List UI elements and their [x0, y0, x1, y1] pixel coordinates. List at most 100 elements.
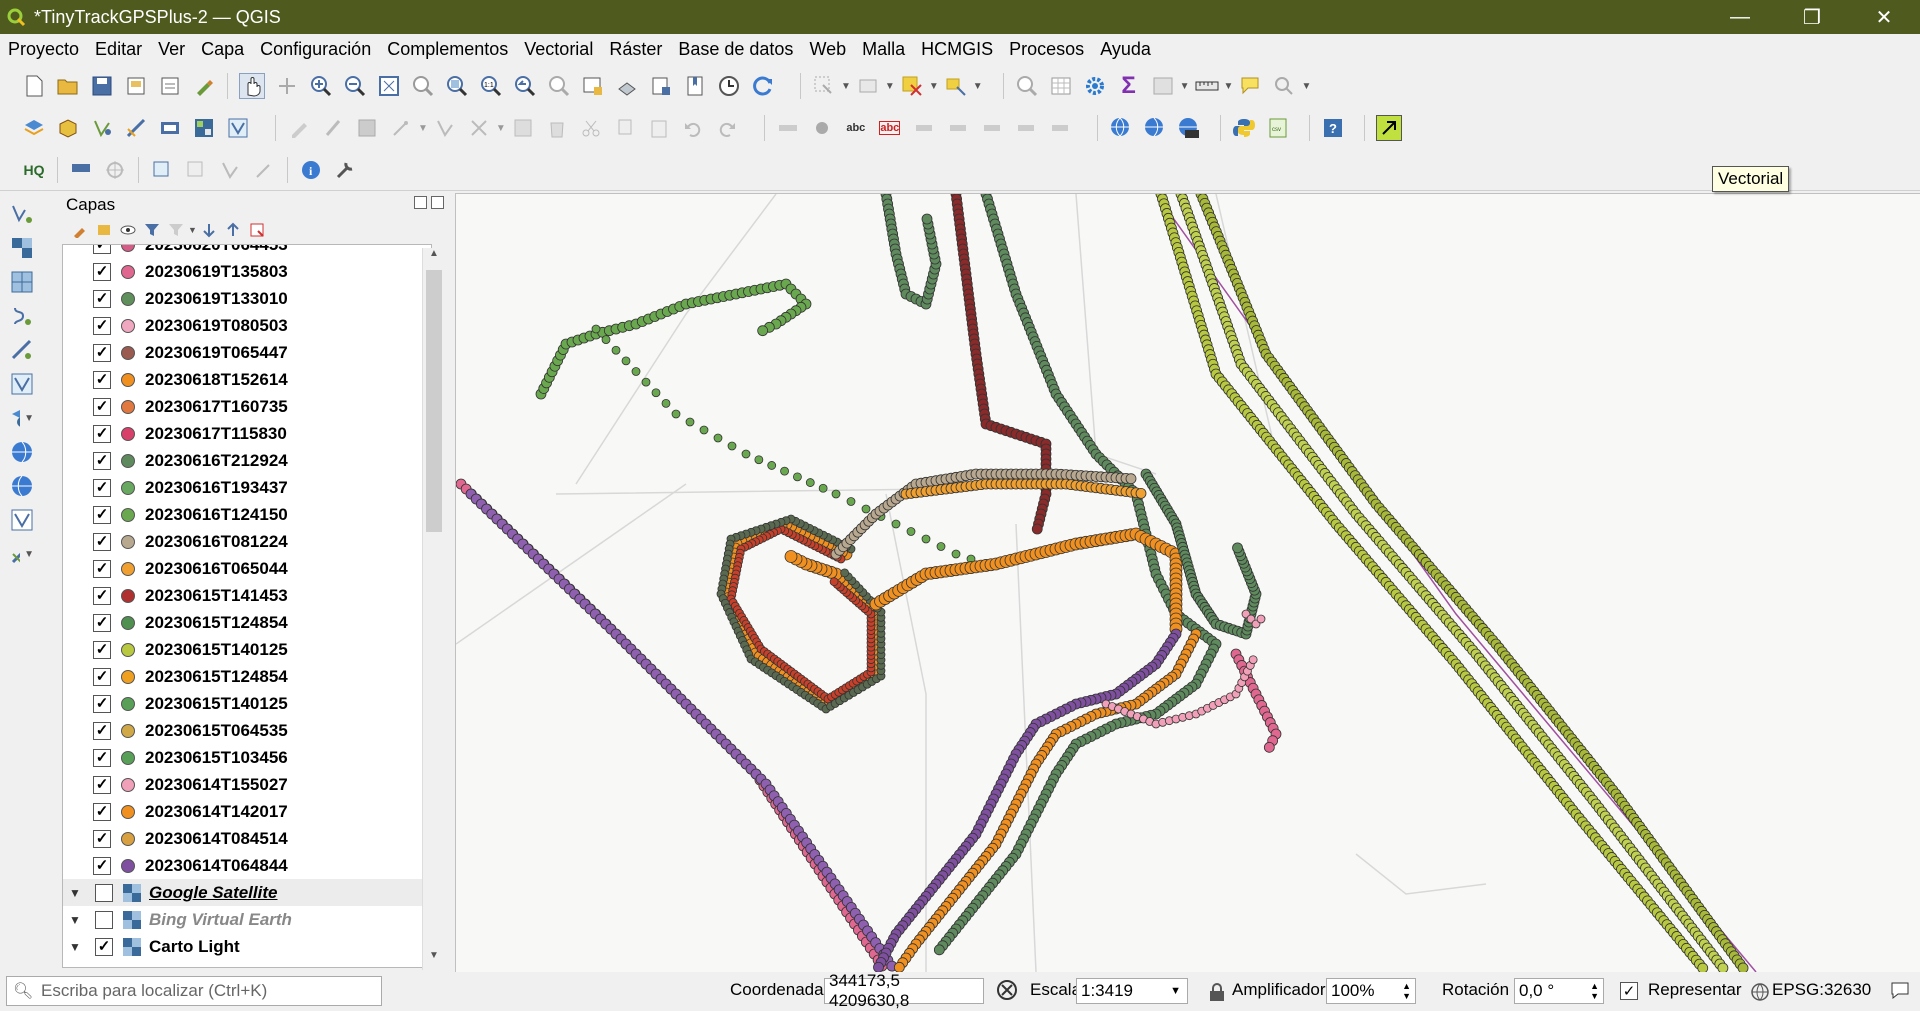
layer-checkbox[interactable]: ✓: [95, 937, 113, 956]
layer-checkbox[interactable]: ✓: [93, 775, 111, 794]
pin-labels-icon[interactable]: [810, 116, 834, 140]
new-bookmark-icon[interactable]: [683, 74, 707, 98]
menu-configuracion[interactable]: Configuración: [252, 39, 379, 60]
layer-checkbox[interactable]: ✓: [93, 316, 111, 335]
select-by-location-icon[interactable]: [944, 74, 968, 98]
layer-row[interactable]: ✓ 20230619T080503: [63, 312, 431, 339]
add-gps-icon[interactable]: [10, 338, 34, 362]
identify-features-icon[interactable]: [1015, 74, 1039, 98]
menu-web[interactable]: Web: [801, 39, 854, 60]
menu-raster[interactable]: Ráster: [601, 39, 670, 60]
close-panel-button[interactable]: [431, 196, 444, 209]
chevron-down-icon[interactable]: ▼: [1170, 985, 1181, 997]
vector-tool-icon[interactable]: [218, 158, 242, 182]
vertex-tool-icon[interactable]: [433, 116, 457, 140]
data-source-manager-icon[interactable]: [22, 116, 46, 140]
layer-group-bing-virtual-earth[interactable]: ▼ Bing Virtual Earth: [63, 906, 431, 933]
menu-base-de-datos[interactable]: Base de datos: [670, 39, 801, 60]
menu-hcmgis[interactable]: HCMGIS: [913, 39, 1001, 60]
csv-import-icon[interactable]: csv: [1266, 116, 1290, 140]
menu-procesos[interactable]: Procesos: [1001, 39, 1092, 60]
pan-to-selection-icon[interactable]: [275, 74, 299, 98]
clock-icon[interactable]: [717, 74, 741, 98]
map-canvas[interactable]: [455, 193, 1920, 973]
coordinate-field[interactable]: 344173,5 4209630,8: [824, 971, 984, 1010]
menu-vectorial[interactable]: Vectorial: [516, 39, 601, 60]
layer-row[interactable]: ✓ 20230616T212924: [63, 447, 431, 474]
layer-checkbox[interactable]: ✓: [93, 748, 111, 767]
layer-row[interactable]: ✓ 20230619T065447: [63, 339, 431, 366]
minimize-button[interactable]: —: [1704, 0, 1776, 34]
open-project-icon[interactable]: [56, 74, 80, 98]
new-project-icon[interactable]: [22, 74, 46, 98]
add-wms-layer-icon[interactable]: [1109, 116, 1133, 140]
close-button[interactable]: ✕: [1848, 0, 1920, 34]
redo-icon[interactable]: [715, 116, 739, 140]
show-hide-labels-icon[interactable]: [1014, 116, 1038, 140]
layer-row[interactable]: ✓ 20230619T135803: [63, 258, 431, 285]
statistics-sigma-icon[interactable]: Σ: [1117, 72, 1141, 99]
add-wfs-layer-icon[interactable]: [1143, 116, 1167, 140]
map-tips-icon[interactable]: [1238, 74, 1262, 98]
layer-row[interactable]: ✓ 20230619T133010: [63, 285, 431, 312]
layer-checkbox[interactable]: ✓: [93, 586, 111, 605]
annotation-icon[interactable]: [69, 158, 93, 182]
new-temp-layer-icon[interactable]: [124, 116, 148, 140]
digitize-tool-icon[interactable]: [252, 158, 276, 182]
field-calculator-icon[interactable]: [1151, 74, 1175, 98]
filter-legend-icon[interactable]: [143, 221, 161, 239]
layer-checkbox[interactable]: ✓: [93, 640, 111, 659]
layer-row[interactable]: ✓ 20230615T140125: [63, 636, 431, 663]
layer-group-google-satellite[interactable]: ▼ Google Satellite: [63, 879, 431, 906]
chevron-down-icon[interactable]: ▼: [24, 413, 34, 424]
add-vector-tile-icon[interactable]: [10, 508, 34, 532]
label-tool-icon[interactable]: [776, 116, 800, 140]
menu-malla[interactable]: Malla: [854, 39, 913, 60]
zoom-last-icon[interactable]: [513, 74, 537, 98]
add-point-cloud-icon[interactable]: ▼: [10, 542, 34, 566]
layer-checkbox[interactable]: ✓: [93, 559, 111, 578]
add-group-icon[interactable]: [95, 221, 113, 239]
layer-checkbox[interactable]: ✓: [93, 613, 111, 632]
zoom-to-layer-icon[interactable]: [445, 74, 469, 98]
magnifier-spinbox[interactable]: 100% ▲ ▼: [1326, 978, 1416, 1004]
chevron-down-icon[interactable]: ▼: [841, 81, 851, 92]
settings-gear-icon[interactable]: [1083, 74, 1107, 98]
layer-row[interactable]: ✓ 20230616T124150: [63, 501, 431, 528]
layer-checkbox[interactable]: ✓: [93, 505, 111, 524]
new-print-layout-icon[interactable]: [124, 74, 148, 98]
digitize-icon[interactable]: [389, 116, 413, 140]
add-mesh-icon[interactable]: [10, 270, 34, 294]
style-manager-icon[interactable]: [192, 74, 216, 98]
layer-checkbox[interactable]: ✓: [93, 721, 111, 740]
copy-features-icon[interactable]: [613, 116, 637, 140]
layer-row[interactable]: ✓ 20230614T155027: [63, 771, 431, 798]
current-edits-icon[interactable]: [287, 116, 311, 140]
layer-row[interactable]: ✓ 20230615T103456: [63, 744, 431, 771]
collapse-arrow-icon[interactable]: ▼: [63, 886, 87, 900]
new-geopackage-icon[interactable]: [56, 116, 80, 140]
layer-row[interactable]: ✓ 20230616T065044: [63, 555, 431, 582]
pan-map-icon[interactable]: [239, 73, 265, 99]
spin-arrows-icon[interactable]: ▲ ▼: [1590, 981, 1599, 1001]
manage-visibility-icon[interactable]: [119, 221, 137, 239]
layer-group-carto-light[interactable]: ▼ ✓ Carto Light: [63, 933, 431, 960]
zoom-next-icon[interactable]: [547, 74, 571, 98]
temporal-controller-icon[interactable]: [649, 74, 673, 98]
layer-checkbox[interactable]: ✓: [93, 478, 111, 497]
menu-complementos[interactable]: Complementos: [379, 39, 516, 60]
zoom-in-icon[interactable]: [309, 74, 333, 98]
crs-globe-icon[interactable]: [1748, 980, 1772, 1004]
toggle-extents-icon[interactable]: [995, 978, 1019, 1002]
modify-attributes-icon[interactable]: [511, 116, 535, 140]
info-icon[interactable]: i: [299, 158, 323, 182]
chevron-down-icon[interactable]: ▼: [24, 549, 34, 560]
new-3d-map-icon[interactable]: [615, 74, 639, 98]
chevron-down-icon[interactable]: ▼: [418, 123, 428, 134]
layer-checkbox[interactable]: ✓: [93, 245, 111, 254]
move-label-icon[interactable]: [912, 116, 936, 140]
layer-checkbox[interactable]: [95, 910, 113, 929]
attribute-table-icon[interactable]: [1049, 74, 1073, 98]
label-abc-red-icon[interactable]: abc: [878, 116, 902, 140]
layer-checkbox[interactable]: ✓: [93, 343, 111, 362]
